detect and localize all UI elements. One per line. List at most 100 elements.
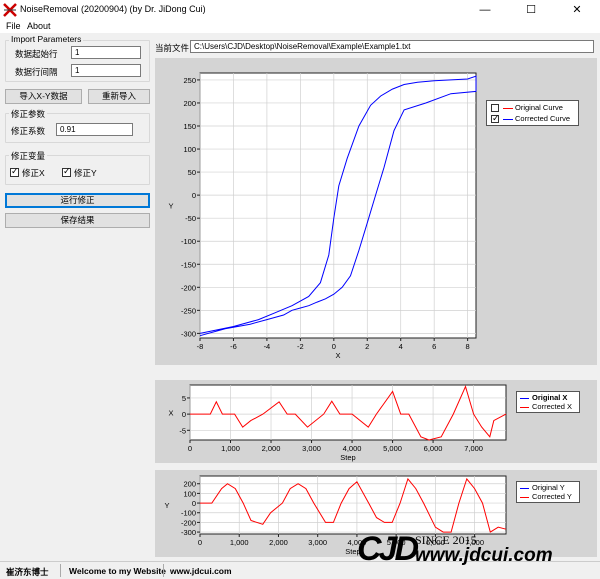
x-tick-label: 8	[466, 342, 470, 351]
window-title: NoiseRemoval (20200904) (by Dr. JiDong C…	[20, 4, 206, 14]
status-divider	[60, 564, 61, 577]
x-tick-label: 3,000	[302, 444, 321, 453]
x-tick-label: 5,000	[383, 444, 402, 453]
fix-y-label: 修正Y	[74, 168, 97, 178]
y-tick-label: -150	[181, 260, 196, 269]
main-legend: Original Curve Corrected Curve	[486, 100, 579, 126]
y-tick-label: 5	[182, 394, 186, 403]
y-step-legend: Original Y Corrected Y	[516, 481, 580, 503]
watermark: CJD SINCE 2015 www.jdcui.com	[355, 530, 600, 575]
current-file-path[interactable]: C:\Users\CJD\Desktop\NoiseRemoval\Exampl…	[190, 40, 594, 53]
legend-original-label: Original Curve	[515, 103, 563, 112]
legend-original-swatch	[503, 108, 513, 109]
status-divider	[163, 564, 164, 577]
menu-file[interactable]: File	[6, 21, 21, 31]
y-tick-label: 100	[183, 145, 196, 154]
x-tick-label: 4,000	[343, 444, 362, 453]
y-axis-label: X	[168, 409, 173, 418]
x-tick-label: -2	[297, 342, 304, 351]
watermark-logo: CJD	[357, 530, 419, 568]
row-interval-input[interactable]: 1	[71, 64, 141, 77]
reimport-button[interactable]: 重新导入	[88, 89, 150, 104]
x-tick-label: 3,000	[308, 538, 327, 547]
legend-corrected-y-swatch	[520, 497, 529, 498]
legend-original-x-label: Original X	[532, 393, 568, 402]
x-tick-label: 2,000	[269, 538, 288, 547]
x-tick-label: 2,000	[262, 444, 281, 453]
import-xy-button[interactable]: 导入X-Y数据	[5, 89, 82, 104]
y-tick-label: 0	[192, 499, 196, 508]
x-axis-label: Step	[340, 453, 355, 462]
import-parameters-title: Import Parameters	[9, 34, 84, 44]
x-tick-label: -6	[230, 342, 237, 351]
y-tick-label: -250	[181, 306, 196, 315]
fix-x-checkbox[interactable]	[10, 166, 19, 177]
plot-area	[199, 72, 477, 339]
status-welcome: Welcome to my Website	[69, 566, 166, 576]
x-axis-label: X	[335, 351, 340, 360]
correction-coef-label: 修正系数	[11, 126, 46, 136]
menu-bar: File About	[0, 20, 600, 33]
y-tick-label: -200	[181, 283, 196, 292]
status-author: 崔济东博士	[6, 567, 49, 577]
x-tick-label: 4	[399, 342, 403, 351]
legend-corrected-swatch	[503, 119, 513, 120]
status-website-link[interactable]: www.jdcui.com	[170, 566, 232, 576]
row-interval-label: 数据行间隔	[15, 67, 58, 77]
x-tick-label: 0	[198, 538, 202, 547]
y-tick-label: 0	[182, 410, 186, 419]
plot-area	[189, 384, 507, 441]
x-tick-label: 6	[432, 342, 436, 351]
watermark-site: www.jdcui.com	[415, 545, 553, 566]
legend-corrected-x-label: Corrected X	[532, 402, 573, 411]
x-tick-label: -8	[197, 342, 204, 351]
start-row-input[interactable]: 1	[71, 46, 141, 59]
correction-variables-title: 修正变量	[9, 150, 48, 162]
x-step-legend: Original X Corrected X	[516, 391, 580, 413]
current-file-label: 当前文件	[155, 43, 190, 53]
legend-corrected-y-label: Corrected Y	[532, 492, 572, 501]
x-tick-label: 1,000	[221, 444, 240, 453]
menu-about[interactable]: About	[27, 21, 51, 31]
y-tick-label: -200	[181, 518, 196, 527]
title-bar: NoiseRemoval (20200904) (by Dr. JiDong C…	[0, 0, 600, 20]
y-tick-label: 250	[183, 76, 196, 85]
legend-original-checkbox[interactable]	[491, 104, 499, 112]
minimize-button[interactable]: —	[462, 0, 508, 20]
fix-y-checkbox[interactable]	[62, 166, 71, 177]
y-tick-label: -300	[181, 528, 196, 537]
y-tick-label: 200	[183, 480, 196, 489]
y-tick-label: 0	[192, 191, 196, 200]
y-tick-label: 150	[183, 122, 196, 131]
x-tick-label: 0	[188, 444, 192, 453]
y-axis-label: Y	[168, 202, 173, 211]
run-correction-button[interactable]: 运行修正	[5, 193, 150, 208]
x-tick-label: -4	[264, 342, 271, 351]
legend-corrected-x-swatch	[520, 407, 529, 408]
start-row-label: 数据起始行	[15, 49, 58, 59]
legend-original-y-swatch	[520, 488, 529, 489]
legend-corrected-label: Corrected Curve	[515, 114, 571, 123]
y-tick-label: 50	[188, 168, 196, 177]
x-tick-label: 2	[365, 342, 369, 351]
y-tick-label: 100	[183, 489, 196, 498]
y-tick-label: -100	[181, 237, 196, 246]
close-button[interactable]: ✕	[554, 0, 600, 20]
y-tick-label: 200	[183, 99, 196, 108]
app-icon	[3, 3, 17, 17]
legend-original-x-swatch	[520, 398, 529, 399]
x-tick-label: 6,000	[424, 444, 443, 453]
y-tick-label: -100	[181, 509, 196, 518]
y-tick-label: -300	[181, 329, 196, 338]
correction-coef-input[interactable]: 0.91	[56, 123, 133, 136]
save-results-button[interactable]: 保存结果	[5, 213, 150, 228]
x-tick-label: 7,000	[464, 444, 483, 453]
correction-parameters-title: 修正参数	[9, 108, 48, 120]
y-axis-label: Y	[164, 501, 169, 510]
legend-corrected-checkbox[interactable]	[491, 113, 500, 124]
x-tick-label: 0	[332, 342, 336, 351]
fix-x-label: 修正X	[22, 168, 45, 178]
maximize-button[interactable]: ☐	[508, 0, 554, 20]
legend-original-y-label: Original Y	[532, 483, 565, 492]
y-tick-label: -5	[179, 426, 186, 435]
